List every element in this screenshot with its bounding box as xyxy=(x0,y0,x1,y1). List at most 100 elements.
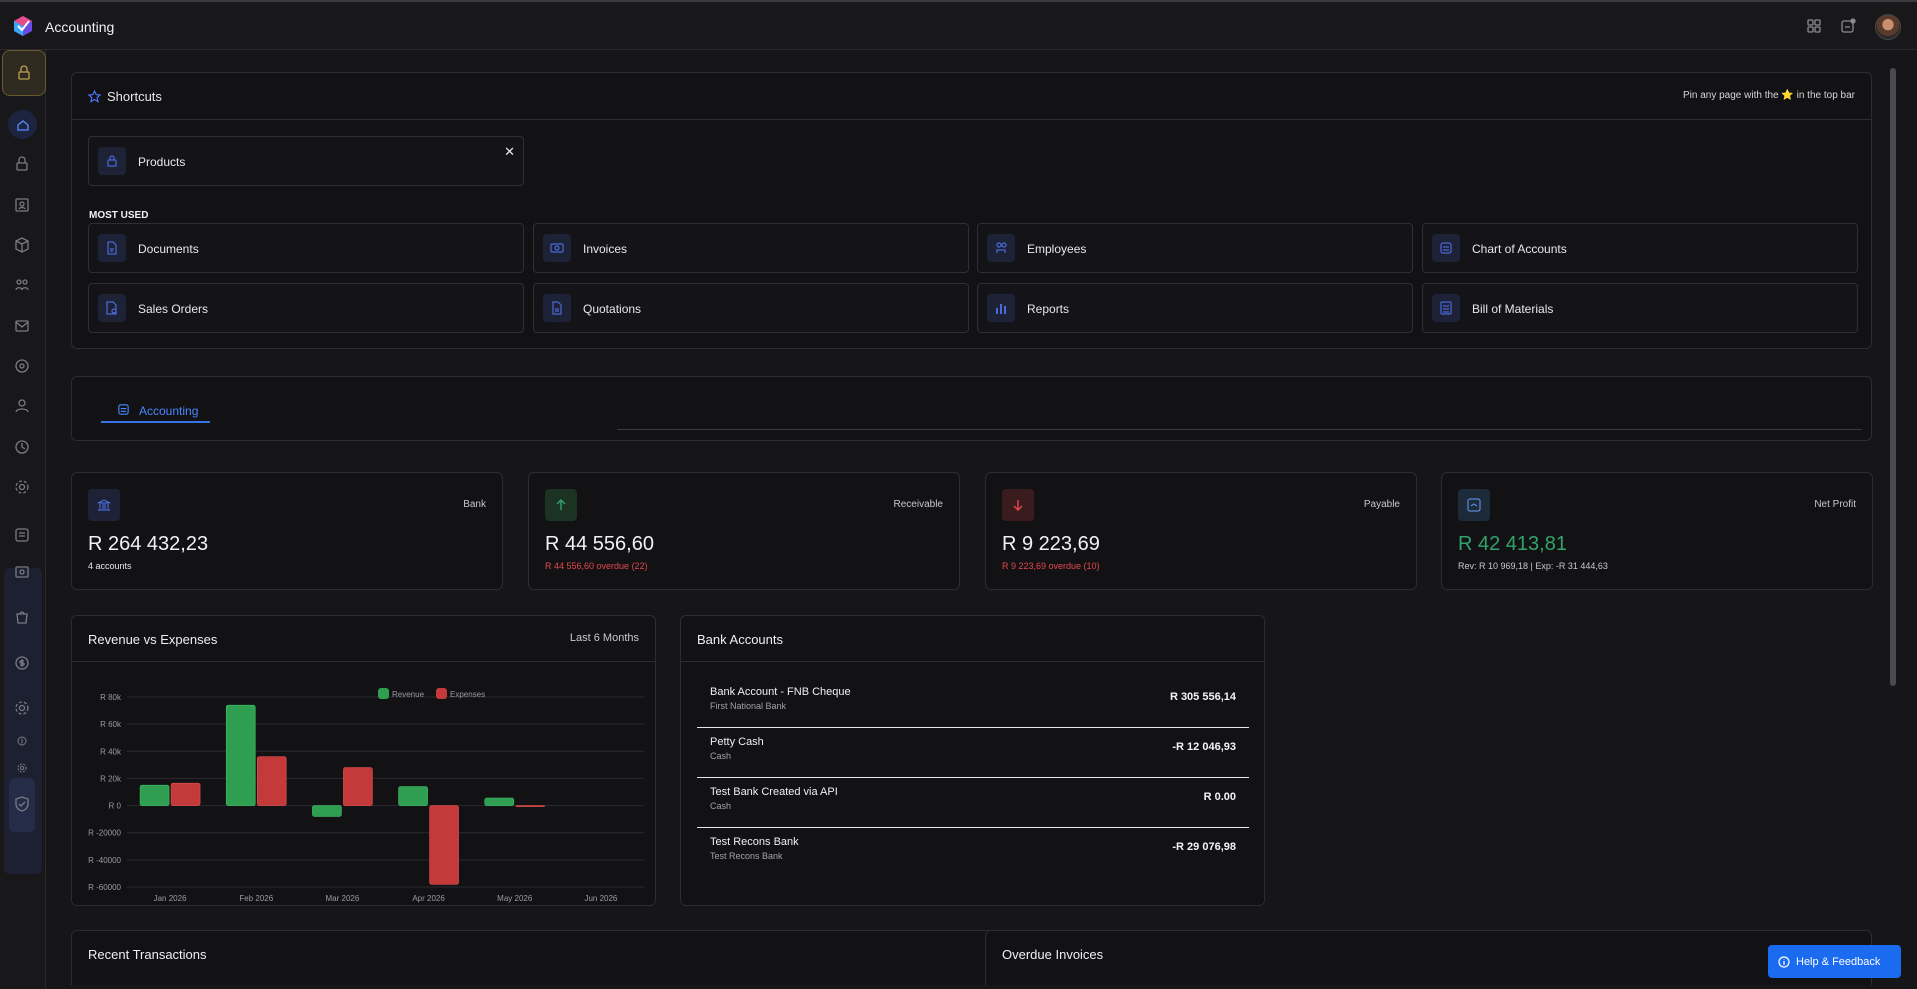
shortcut-label: Chart of Accounts xyxy=(1472,242,1567,256)
trend-icon xyxy=(1458,489,1490,521)
x-tick-label: Mar 2026 xyxy=(326,894,360,903)
sidebar-item-analytics-icon[interactable] xyxy=(13,357,31,375)
stat-label: Receivable xyxy=(893,499,943,510)
chart-range[interactable]: Last 6 Months xyxy=(570,632,639,644)
bar-expenses xyxy=(343,767,373,806)
bank-accounts-title: Bank Accounts xyxy=(697,632,783,647)
shortcut-quotations[interactable]: Quotations xyxy=(533,283,969,333)
x-tick-label: Feb 2026 xyxy=(239,894,273,903)
arrow-up-icon xyxy=(545,489,577,521)
bank-account-bank: Cash xyxy=(710,801,732,811)
recent-transactions-title: Recent Transactions xyxy=(88,947,207,962)
sidebar-item-mail-icon[interactable] xyxy=(13,317,31,335)
bar-expenses xyxy=(256,756,287,806)
shortcuts-title: Shortcuts xyxy=(107,89,162,104)
app-title: Accounting xyxy=(45,19,115,35)
document-icon xyxy=(98,234,126,262)
bank-account-row[interactable]: Bank Account - FNB Cheque First National… xyxy=(697,678,1249,728)
sidebar-item-inventory-icon[interactable] xyxy=(13,236,31,254)
recent-transactions-card: Recent Transactions xyxy=(71,930,1005,985)
bank-account-amount: R 305 556,14 xyxy=(1169,691,1236,703)
sidebar-item-accounting-icon[interactable] xyxy=(13,526,31,544)
bank-account-name: Bank Account - FNB Cheque xyxy=(710,686,851,698)
info-icon xyxy=(1778,955,1790,968)
shortcut-label: Employees xyxy=(1027,242,1087,256)
apps-grid-icon[interactable] xyxy=(1806,18,1822,34)
sidebar-item-contacts-icon[interactable] xyxy=(13,196,31,214)
shortcut-label: Documents xyxy=(138,242,199,256)
stat-card-net-profit: Net Profit R 42 413,81 Rev: R 10 969,18 … xyxy=(1441,472,1873,590)
overdue-invoices-title: Overdue Invoices xyxy=(1002,947,1104,962)
sidebar-item-history-icon[interactable] xyxy=(13,438,31,456)
sidebar-item-home[interactable] xyxy=(8,110,37,139)
shortcuts-header: Shortcuts Pin any page with the ⭐ in the… xyxy=(72,73,1871,120)
bank-account-row[interactable]: Test Bank Created via API Cash R 0.00 xyxy=(697,778,1249,828)
shortcut-chart-of-accounts[interactable]: Chart of Accounts xyxy=(1422,223,1858,273)
shortcut-employees[interactable]: Employees xyxy=(977,223,1413,273)
people-icon xyxy=(987,234,1015,262)
y-tick-label: R -20000 xyxy=(88,829,121,838)
shortcut-documents[interactable]: Documents xyxy=(88,223,524,273)
sidebar-item-products-icon[interactable] xyxy=(13,155,31,173)
shortcut-sales-orders[interactable]: Sales Orders xyxy=(88,283,524,333)
revenue-chart-card: Revenue vs Expenses Last 6 Months R 80k R… xyxy=(71,615,656,906)
sidebar-item-products-pinned[interactable] xyxy=(2,50,46,96)
y-tick-label: R 20k xyxy=(100,774,122,783)
sidebar-item-invoices-icon[interactable] xyxy=(13,563,31,581)
bank-account-row[interactable]: Test Recons Bank Test Recons Bank -R 29 … xyxy=(697,828,1249,878)
x-tick-label: Jun 2026 xyxy=(584,894,617,903)
sidebar-sub-gear-icon[interactable] xyxy=(16,762,28,774)
bar-revenue xyxy=(484,797,515,806)
home-icon xyxy=(16,119,29,131)
sidebar-item-config-icon[interactable] xyxy=(13,699,31,717)
sidebar-item-security-icon[interactable] xyxy=(13,795,31,813)
bank-account-bank: Cash xyxy=(710,751,732,761)
notifications-icon[interactable] xyxy=(1840,18,1856,34)
bank-account-row[interactable]: Petty Cash Cash -R 12 046,93 xyxy=(697,728,1249,778)
shortcut-bill-of-materials[interactable]: Bill of Materials xyxy=(1422,283,1858,333)
bank-accounts-card: Bank Accounts Bank Account - FNB Cheque … xyxy=(680,615,1265,906)
shortcut-label: Products xyxy=(138,155,186,169)
sidebar-item-settings-icon[interactable] xyxy=(13,478,31,496)
sidebar-sub-dollar-icon[interactable] xyxy=(16,735,28,747)
bar-revenue xyxy=(139,784,170,806)
bank-accounts-divider xyxy=(681,661,1264,662)
x-tick-label: Apr 2026 xyxy=(412,894,445,903)
shortcuts-card: Shortcuts Pin any page with the ⭐ in the… xyxy=(71,72,1872,349)
x-tick-label: Jan 2026 xyxy=(154,894,187,903)
quotation-icon xyxy=(543,294,571,322)
tab-accounting[interactable]: Accounting xyxy=(101,397,210,423)
y-tick-label: R 80k xyxy=(100,693,122,702)
sales-order-icon xyxy=(98,294,126,322)
invoice-icon xyxy=(543,234,571,262)
y-tick-label: R 0 xyxy=(109,802,122,811)
close-icon[interactable]: ✕ xyxy=(504,144,515,160)
sidebar-item-user-icon[interactable] xyxy=(13,397,31,415)
stat-card-bank: Bank R 264 432,23 4 accounts xyxy=(71,472,503,590)
stat-subtext: 4 accounts xyxy=(88,561,132,571)
shortcut-label: Bill of Materials xyxy=(1472,302,1554,316)
pinned-shortcut-products[interactable]: Products ✕ xyxy=(88,136,524,186)
bank-account-amount: R 0.00 xyxy=(1203,791,1236,803)
bank-account-amount: -R 29 076,98 xyxy=(1172,841,1236,853)
legend-swatch-expenses xyxy=(436,688,447,699)
stat-subtext: R 9 223,69 overdue (10) xyxy=(1002,561,1100,571)
bar-expenses xyxy=(515,805,546,807)
app-logo-icon[interactable] xyxy=(12,15,34,37)
shortcut-label: Reports xyxy=(1027,302,1070,316)
shortcut-reports[interactable]: Reports xyxy=(977,283,1413,333)
shortcut-label: Invoices xyxy=(583,242,628,256)
help-feedback-button[interactable]: Help & Feedback xyxy=(1768,945,1901,978)
list-icon xyxy=(1432,294,1460,322)
ledger-icon xyxy=(1432,234,1460,262)
shortcut-invoices[interactable]: Invoices xyxy=(533,223,969,273)
sidebar-item-payments-icon[interactable] xyxy=(13,654,31,672)
user-avatar[interactable] xyxy=(1875,14,1901,40)
bank-account-amount: -R 12 046,93 xyxy=(1172,741,1236,753)
bank-account-bank: Test Recons Bank xyxy=(710,851,783,861)
bank-account-name: Petty Cash xyxy=(710,736,764,748)
sidebar-item-employees-icon[interactable] xyxy=(13,276,31,294)
page-scrollbar[interactable] xyxy=(1890,68,1896,686)
sidebar-item-shopping-icon[interactable] xyxy=(13,608,31,626)
most-used-heading: MOST USED xyxy=(89,210,149,221)
